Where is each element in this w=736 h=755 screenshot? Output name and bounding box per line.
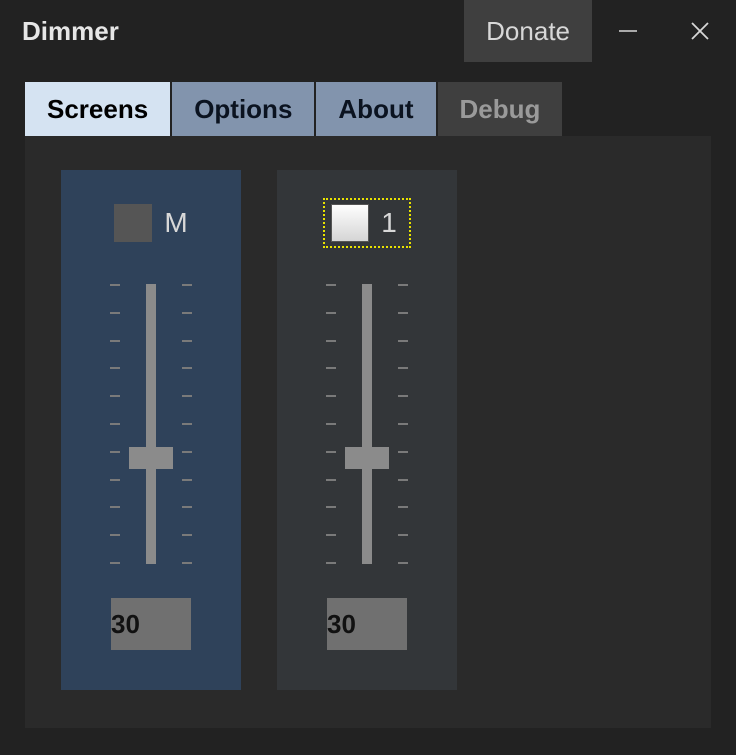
slider-tick — [182, 451, 192, 453]
screen-label-master: M — [164, 207, 187, 239]
slider-tick — [398, 423, 408, 425]
tab-debug[interactable]: Debug — [438, 82, 563, 136]
tabstrip: Screens Options About Debug — [0, 62, 736, 136]
slider-tick — [110, 312, 120, 314]
slider-thumb[interactable] — [129, 447, 173, 469]
slider-ticks-left — [322, 284, 336, 564]
close-icon — [689, 20, 711, 42]
slider-ticks-right — [398, 284, 412, 564]
slider-tick — [326, 423, 336, 425]
slider-tick — [110, 451, 120, 453]
slider-tick — [398, 340, 408, 342]
slider-tick — [110, 562, 120, 564]
slider-thumb[interactable] — [345, 447, 389, 469]
slider-tick — [398, 395, 408, 397]
slider-tick — [326, 284, 336, 286]
enable-checkbox-1[interactable] — [331, 204, 369, 242]
slider-tick — [398, 367, 408, 369]
slider-tick — [398, 451, 408, 453]
screen-card-master: M — [61, 170, 241, 690]
slider-track — [146, 284, 156, 564]
slider-tick — [326, 451, 336, 453]
slider-tick — [110, 506, 120, 508]
slider-tick — [182, 506, 192, 508]
slider-tick — [110, 423, 120, 425]
slider-tick — [182, 395, 192, 397]
tab-screens[interactable]: Screens — [25, 82, 170, 136]
slider-tick — [326, 340, 336, 342]
slider-tick — [326, 395, 336, 397]
slider-tick — [110, 340, 120, 342]
screens-panel: M 1 — [25, 136, 711, 728]
slider-tick — [398, 284, 408, 286]
enable-checkbox-master[interactable] — [114, 204, 152, 242]
slider-tick — [182, 312, 192, 314]
close-button[interactable] — [664, 0, 736, 62]
slider-tick — [326, 479, 336, 481]
tab-options[interactable]: Options — [172, 82, 314, 136]
screen-head-master: M — [114, 198, 187, 248]
slider-tick — [110, 284, 120, 286]
slider-tick — [182, 340, 192, 342]
brightness-slider-master[interactable] — [106, 284, 196, 564]
slider-tick — [182, 562, 192, 564]
slider-tick — [398, 562, 408, 564]
slider-tick — [398, 479, 408, 481]
slider-tick — [182, 534, 192, 536]
brightness-value-1[interactable] — [327, 598, 407, 650]
slider-tick — [182, 284, 192, 286]
slider-tick — [398, 506, 408, 508]
slider-tick — [398, 312, 408, 314]
minimize-icon — [617, 20, 639, 42]
slider-tick — [398, 534, 408, 536]
slider-tick — [110, 534, 120, 536]
app-title: Dimmer — [22, 16, 119, 47]
brightness-slider-1[interactable] — [322, 284, 412, 564]
slider-ticks-right — [182, 284, 196, 564]
slider-tick — [182, 367, 192, 369]
titlebar: Dimmer Donate — [0, 0, 736, 62]
slider-ticks-left — [106, 284, 120, 564]
slider-track — [362, 284, 372, 564]
screen-head-1: 1 — [323, 198, 411, 248]
slider-tick — [326, 506, 336, 508]
slider-tick — [182, 479, 192, 481]
slider-tick — [326, 534, 336, 536]
screen-card-1: 1 — [277, 170, 457, 690]
slider-tick — [326, 367, 336, 369]
slider-tick — [326, 562, 336, 564]
slider-tick — [110, 395, 120, 397]
minimize-button[interactable] — [592, 0, 664, 62]
slider-tick — [110, 479, 120, 481]
slider-tick — [182, 423, 192, 425]
tab-about[interactable]: About — [316, 82, 435, 136]
slider-tick — [326, 312, 336, 314]
brightness-value-master[interactable] — [111, 598, 191, 650]
slider-tick — [110, 367, 120, 369]
donate-button[interactable]: Donate — [464, 0, 592, 62]
screen-label-1: 1 — [381, 207, 397, 239]
